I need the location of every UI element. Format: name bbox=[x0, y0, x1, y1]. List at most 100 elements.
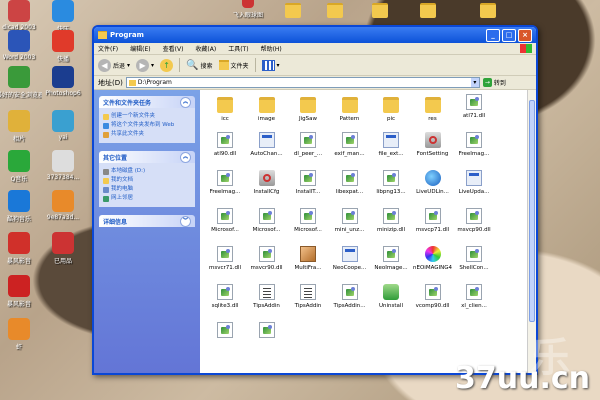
desktop-icon[interactable]: 快播 bbox=[40, 30, 86, 63]
task-share-folder[interactable]: 共享此文件夹 bbox=[103, 131, 191, 138]
file-item[interactable]: TipsAddin bbox=[287, 284, 329, 309]
file-item[interactable]: TipsAddin bbox=[246, 284, 288, 309]
file-item[interactable]: TipsAddin... bbox=[329, 284, 371, 309]
desktop-icon[interactable]: 3737384... bbox=[40, 150, 86, 181]
file-item[interactable]: atl90.dll bbox=[204, 132, 246, 157]
places-panel-header[interactable]: 其它位置 ︽ bbox=[99, 151, 195, 163]
file-item[interactable]: msvcp90.dll bbox=[453, 208, 495, 233]
file-item[interactable]: NeoCoope... bbox=[329, 246, 371, 271]
file-item[interactable]: Microsof... bbox=[246, 208, 288, 233]
folder-item[interactable]: Pattern bbox=[329, 94, 371, 122]
tasks-panel-header[interactable]: 文件和文件夹任务 ︽ bbox=[99, 96, 195, 108]
menu-tools[interactable]: 工具(T) bbox=[228, 44, 248, 53]
file-item[interactable]: file_ext... bbox=[370, 132, 412, 157]
file-item[interactable]: libpng13... bbox=[370, 170, 412, 195]
file-item[interactable]: FreeImag... bbox=[453, 132, 495, 157]
desktop-icon[interactable]: 快压 bbox=[40, 0, 86, 33]
file-item[interactable]: xl_clien... bbox=[453, 284, 495, 309]
file-item[interactable]: ShellCon... bbox=[453, 246, 495, 271]
file-item[interactable]: LiveUDLin... bbox=[412, 170, 454, 195]
desktop-icon[interactable]: 虾 bbox=[0, 318, 42, 351]
desktop-icon[interactable]: 最好的安全浏览器 bbox=[0, 66, 42, 99]
search-button[interactable]: 🔍 搜索 bbox=[186, 60, 212, 71]
desktop-icon[interactable]: Word 2003 bbox=[0, 30, 42, 61]
desktop-icon[interactable]: Q音乐 bbox=[0, 150, 42, 183]
file-item[interactable] bbox=[204, 322, 246, 341]
folder-item[interactable]: image bbox=[246, 94, 288, 122]
desktop-folder-icon[interactable] bbox=[372, 3, 388, 18]
file-item[interactable]: atl71.dll bbox=[453, 94, 495, 119]
file-item[interactable]: MultiFra... bbox=[287, 246, 329, 271]
task-new-folder[interactable]: 创建一个新文件夹 bbox=[103, 113, 191, 120]
folder-item[interactable]: icc bbox=[204, 94, 246, 122]
place-my-documents[interactable]: 我的文档 bbox=[103, 177, 191, 184]
address-input[interactable]: D:\Program ▾ bbox=[125, 77, 480, 88]
place-local-disk[interactable]: 本地磁盘 (D:) bbox=[103, 168, 191, 175]
desktop-icon[interactable]: 9e87a3d... bbox=[40, 190, 86, 221]
file-item[interactable]: msvcr71.dll bbox=[204, 246, 246, 271]
dropdown-arrow-icon[interactable]: ▾ bbox=[151, 62, 154, 69]
menu-edit[interactable]: 编辑(E) bbox=[130, 44, 150, 53]
file-item[interactable]: Uninstall bbox=[370, 284, 412, 309]
file-item[interactable]: libexpat... bbox=[329, 170, 371, 195]
file-item[interactable]: dl_peer_... bbox=[287, 132, 329, 157]
file-item[interactable]: msvcr90.dll bbox=[246, 246, 288, 271]
desktop-icon[interactable]: 飞入眼球图 bbox=[225, 0, 271, 19]
file-item[interactable]: InstallCfg bbox=[246, 170, 288, 195]
file-item[interactable]: mini_unz... bbox=[329, 208, 371, 233]
dropdown-arrow-icon[interactable]: ▾ bbox=[127, 62, 130, 69]
folder-item[interactable]: res bbox=[412, 94, 454, 122]
close-button[interactable]: × bbox=[518, 28, 532, 42]
file-item[interactable]: minizip.dll bbox=[370, 208, 412, 233]
menu-file[interactable]: 文件(F) bbox=[98, 44, 118, 53]
desktop-icon[interactable]: dicad 2003 bbox=[0, 0, 42, 31]
file-item[interactable]: FontSetting bbox=[412, 132, 454, 157]
file-item[interactable]: NeoImage... bbox=[370, 246, 412, 271]
desktop-icon[interactable]: 暴风影音 bbox=[0, 232, 42, 265]
dropdown-arrow-icon[interactable]: ▾ bbox=[470, 78, 479, 87]
menu-help[interactable]: 帮助(H) bbox=[261, 44, 282, 53]
file-item[interactable]: FreeImag... bbox=[204, 170, 246, 195]
collapse-chevron-icon[interactable]: ︽ bbox=[180, 151, 191, 163]
file-item[interactable]: nEOiMAGING4 bbox=[412, 246, 454, 271]
file-item[interactable]: msvcp71.dll bbox=[412, 208, 454, 233]
menu-view[interactable]: 查看(V) bbox=[163, 44, 184, 53]
go-button[interactable]: → 转到 bbox=[482, 78, 506, 87]
file-item[interactable]: LiveUpda... bbox=[453, 170, 495, 195]
file-item[interactable]: InstallT... bbox=[287, 170, 329, 195]
scrollbar-thumb[interactable] bbox=[529, 100, 535, 322]
folder-item[interactable]: JigSaw bbox=[287, 94, 329, 122]
desktop-folder-icon[interactable] bbox=[420, 3, 436, 18]
file-item[interactable] bbox=[246, 322, 288, 341]
maximize-button[interactable]: □ bbox=[502, 28, 516, 42]
forward-button[interactable]: ▶ ▾ bbox=[136, 58, 154, 72]
minimize-button[interactable]: _ bbox=[486, 28, 500, 42]
desktop-folder-icon[interactable] bbox=[327, 3, 343, 18]
file-item[interactable]: Microsof... bbox=[204, 208, 246, 233]
place-my-computer[interactable]: 我的电脑 bbox=[103, 186, 191, 193]
desktop-icon[interactable]: 酷狗音乐 bbox=[0, 190, 42, 223]
dropdown-arrow-icon[interactable]: ▾ bbox=[277, 62, 280, 69]
details-panel-header[interactable]: 详细信息 ︾ bbox=[99, 215, 195, 227]
task-publish-web[interactable]: 将这个文件夹发布到 Web bbox=[103, 122, 191, 129]
file-item[interactable]: sqlite3.dll bbox=[204, 284, 246, 309]
desktop-icon[interactable]: 相片 bbox=[0, 110, 42, 143]
folders-button[interactable]: 文件夹 bbox=[218, 60, 249, 70]
desktop-icon[interactable]: 已用品 bbox=[40, 232, 86, 265]
folder-item[interactable]: pic bbox=[370, 94, 412, 122]
desktop-icon[interactable]: yai bbox=[40, 110, 86, 141]
back-button[interactable]: ◀ 后退 ▾ bbox=[98, 58, 130, 72]
menu-favorites[interactable]: 收藏(A) bbox=[195, 44, 216, 53]
title-bar[interactable]: Program _ □ × bbox=[94, 27, 536, 43]
collapse-chevron-icon[interactable]: ︽ bbox=[180, 96, 191, 108]
views-button[interactable]: ▾ bbox=[261, 59, 280, 71]
file-item[interactable]: AutoChan... bbox=[246, 132, 288, 157]
place-network[interactable]: 网上邻居 bbox=[103, 195, 191, 202]
desktop-folder-icon[interactable] bbox=[285, 3, 301, 18]
up-folder-icon[interactable]: ↑ bbox=[160, 58, 174, 72]
desktop-icon[interactable]: Photoshop6 bbox=[40, 66, 86, 97]
file-item[interactable]: exif_man... bbox=[329, 132, 371, 157]
file-item[interactable]: Microsof... bbox=[287, 208, 329, 233]
expand-chevron-icon[interactable]: ︾ bbox=[180, 215, 191, 227]
desktop-folder-icon[interactable] bbox=[480, 3, 496, 18]
